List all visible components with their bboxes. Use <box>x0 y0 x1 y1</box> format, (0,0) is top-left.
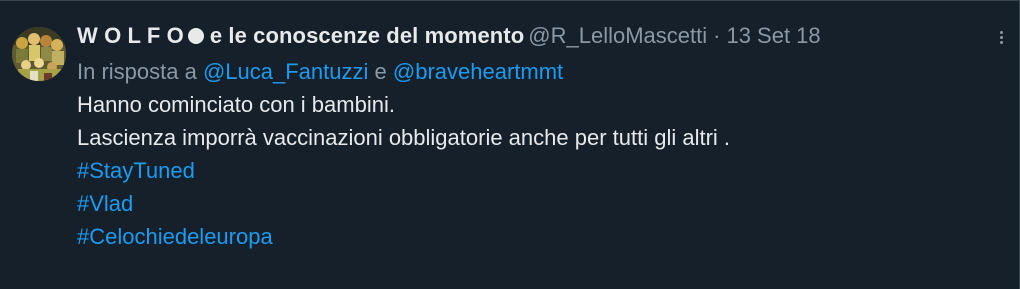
author-display-name[interactable]: W O L F O e le conoscenze del momento <box>77 23 524 49</box>
author-handle[interactable]: @R_LelloMascetti <box>528 23 707 49</box>
hashtag-link[interactable]: #StayTuned <box>77 154 979 187</box>
more-options-icon[interactable] <box>997 31 1005 45</box>
reply-context: In risposta a @Luca_Fantuzzi e @bravehea… <box>77 55 979 88</box>
tweet-header: W O L F O e le conoscenze del momento @R_… <box>77 23 979 53</box>
black-circle-icon <box>187 28 204 44</box>
avatar[interactable] <box>12 27 66 81</box>
separator-dot: · <box>713 23 721 48</box>
mention-link-2[interactable]: @braveheartmmt <box>393 59 563 84</box>
reply-conjunction: e <box>374 59 387 84</box>
tweet-date[interactable]: 13 Set 18 <box>726 23 820 49</box>
tweet-card[interactable]: W O L F O e le conoscenze del momento @R_… <box>0 0 1020 289</box>
mention-link-1[interactable]: @Luca_Fantuzzi <box>203 59 368 84</box>
author-name-suffix: e le conoscenze del momento <box>209 23 525 48</box>
tweet-text-line: Lascienza imporrà vaccinazioni obbligato… <box>77 125 731 150</box>
hashtag-link[interactable]: #Vlad <box>77 187 979 220</box>
author-name: W O L F O <box>77 23 184 48</box>
tweet-content: W O L F O e le conoscenze del momento @R_… <box>77 23 979 253</box>
tweet-text-line: Hanno cominciato con i bambini. <box>77 92 395 117</box>
hashtag-link[interactable]: #Celochiedeleuropa <box>77 220 979 253</box>
reply-prefix: In risposta a <box>77 59 197 84</box>
